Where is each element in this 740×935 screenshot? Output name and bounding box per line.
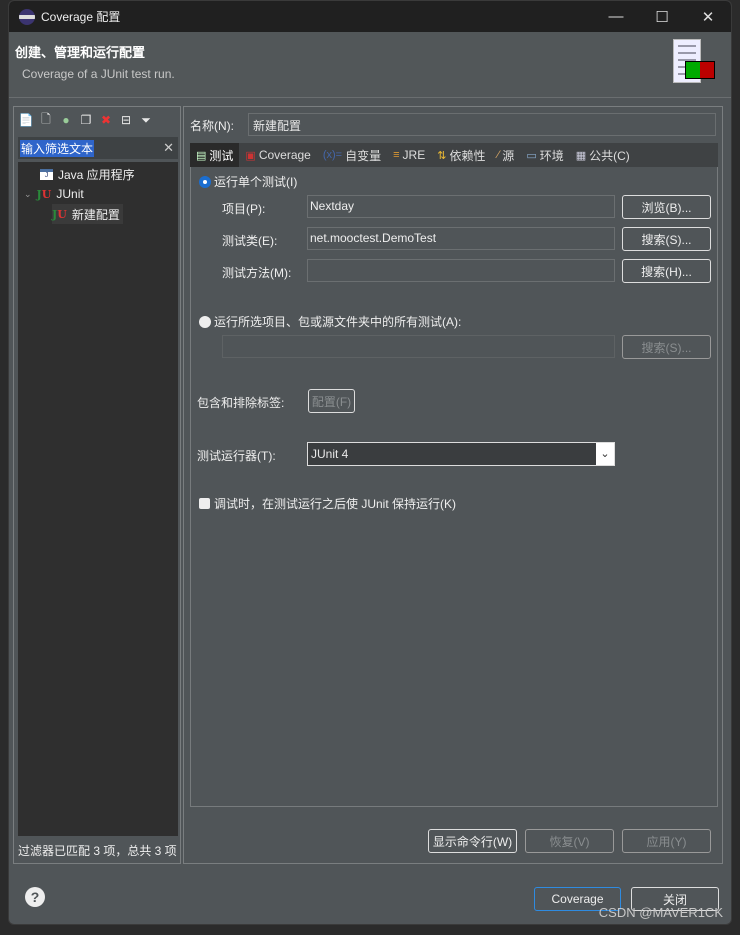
tab-label: JRE	[402, 148, 426, 162]
minimize-button[interactable]: —	[593, 1, 639, 32]
config-tree: J Java 应用程序 ⌄ JU JUnit JU 新建配置	[18, 162, 178, 836]
tab-environment[interactable]: ▭ 环境	[520, 143, 569, 167]
single-test-label: 运行单个测试(I)	[214, 175, 298, 189]
test-class-label: 测试类(E):	[222, 234, 278, 248]
runner-value: JUnit 4	[311, 447, 349, 461]
tab-arguments[interactable]: (x)= 自变量	[317, 143, 387, 167]
name-field[interactable]: 新建配置	[248, 113, 716, 136]
show-command-line-button[interactable]: 显示命令行(W)	[428, 829, 517, 853]
keep-running-checkbox[interactable]: 调试时，在测试运行之后使 JUnit 保持运行(K)	[199, 495, 456, 512]
tab-label: 依赖性	[449, 148, 486, 163]
tab-label: 环境	[539, 148, 564, 163]
filter-icon[interactable]: ⏷	[138, 112, 154, 128]
tab-common[interactable]: ▦ 公共(C)	[570, 143, 636, 167]
test-class-field[interactable]: net.mooctest.DemoTest	[307, 227, 615, 250]
tree-item-java-app[interactable]: J Java 应用程序	[40, 164, 135, 184]
filter-text[interactable]: 输入筛选文本	[20, 139, 95, 157]
project-field[interactable]: Nextday	[307, 195, 615, 218]
test-method-label: 测试方法(M):	[222, 266, 292, 280]
tab-coverage[interactable]: ▣ Coverage	[239, 143, 316, 167]
search-method-button[interactable]: 搜索(H)...	[622, 259, 711, 283]
test-tab-content: 运行单个测试(I) 项目(P): Nextday 浏览(B)... 测试类(E)…	[190, 167, 718, 807]
java-app-icon: J	[40, 168, 53, 180]
radio-unselected-icon	[199, 316, 211, 328]
apply-button[interactable]: 应用(Y)	[622, 829, 711, 853]
checkbox-icon	[199, 498, 210, 509]
test-runner-select[interactable]: JUnit 4 ⌄	[307, 442, 615, 466]
help-icon[interactable]: ?	[25, 887, 45, 907]
environment-icon: ▭	[526, 149, 537, 162]
source-icon: ⁄	[497, 149, 500, 161]
tab-label: 公共(C)	[589, 148, 630, 163]
chevron-down-icon[interactable]: ⌄	[596, 443, 614, 465]
project-label: 项目(P):	[222, 202, 266, 216]
all-tests-label: 运行所选项目、包或源文件夹中的所有测试(A):	[214, 315, 462, 329]
tags-label: 包含和排除标签:	[197, 396, 285, 410]
tree-item-label: JUnit	[56, 187, 84, 201]
name-label: 名称(N):	[190, 119, 234, 133]
browse-project-button[interactable]: 浏览(B)...	[622, 195, 711, 219]
common-icon: ▦	[575, 149, 587, 162]
tree-item-junit[interactable]: ⌄ JU JUnit	[24, 184, 84, 204]
clear-filter-icon[interactable]: ✕	[163, 140, 174, 156]
runner-label: 测试运行器(T):	[197, 449, 276, 463]
tree-item-label: 新建配置	[71, 207, 120, 222]
dependencies-icon: ⇅	[437, 149, 447, 162]
chevron-down-icon[interactable]: ⌄	[24, 189, 32, 200]
maximize-button[interactable]: ☐	[639, 1, 685, 32]
header-subtitle: Coverage of a JUnit test run.	[22, 67, 175, 81]
single-test-radio[interactable]: 运行单个测试(I)	[199, 173, 297, 190]
coverage-banner-icon	[671, 37, 721, 87]
container-field[interactable]	[222, 335, 615, 358]
revert-button[interactable]: 恢复(V)	[525, 829, 614, 853]
coverage-tab-icon: ▣	[245, 149, 256, 162]
duplicate-icon[interactable]: ❐	[78, 112, 94, 128]
filter-status: 过滤器已匹配 3 项，总共 3 项	[18, 844, 177, 858]
eclipse-logo-icon	[19, 8, 35, 25]
search-container-button[interactable]: 搜索(S)...	[622, 335, 711, 359]
header-title: 创建、管理和运行配置	[15, 45, 146, 60]
filter-input[interactable]: 输入筛选文本 ✕	[18, 137, 178, 159]
config-editor-panel: 名称(N): 新建配置 ▤ 测试 ▣ Coverage (x)= 自变量 ≡ JRE ⇅…	[183, 106, 723, 864]
tab-jre[interactable]: ≡ JRE	[387, 143, 431, 167]
tab-label: Coverage	[258, 148, 311, 162]
config-list-panel: 📄 🗋 ● ❐ ✖ ⊟ ⏷ 输入筛选文本 ✕ J Java 应用程序 ⌄ JU …	[13, 106, 181, 864]
keep-running-label: 调试时，在测试运行之后使 JUnit 保持运行(K)	[214, 497, 457, 511]
test-method-field[interactable]	[307, 259, 615, 282]
new-prototype-icon[interactable]: 🗋	[38, 112, 54, 128]
window-title: Coverage 配置	[41, 10, 121, 24]
title-bar: Coverage 配置 — ☐ ✕	[9, 1, 731, 32]
config-toolbar: 📄 🗋 ● ❐ ✖ ⊟ ⏷	[14, 107, 180, 133]
collapse-all-icon[interactable]: ⊟	[118, 112, 134, 128]
arguments-icon: (x)=	[322, 149, 343, 161]
tree-item-label: Java 应用程序	[58, 167, 135, 182]
export-icon[interactable]: ●	[58, 112, 74, 128]
tab-source[interactable]: ⁄ 源	[491, 143, 520, 167]
configure-tags-button[interactable]: 配置(F)	[308, 389, 355, 413]
junit-icon: JU	[52, 207, 67, 221]
close-window-button[interactable]: ✕	[685, 1, 731, 32]
new-config-icon[interactable]: 📄	[18, 112, 34, 128]
tab-label: 测试	[209, 148, 234, 163]
coverage-config-dialog: Coverage 配置 — ☐ ✕ 创建、管理和运行配置 Coverage of…	[8, 0, 732, 925]
tab-label: 自变量	[345, 148, 382, 163]
delete-icon[interactable]: ✖	[98, 112, 114, 128]
dialog-header: 创建、管理和运行配置 Coverage of a JUnit test run.	[9, 32, 731, 98]
all-tests-radio[interactable]: 运行所选项目、包或源文件夹中的所有测试(A):	[199, 313, 461, 330]
config-tabs: ▤ 测试 ▣ Coverage (x)= 自变量 ≡ JRE ⇅ 依赖性 ⁄ 源 ▭ 环境 ▦…	[190, 143, 718, 167]
jre-icon: ≡	[393, 149, 400, 161]
tab-test[interactable]: ▤ 测试	[190, 143, 240, 167]
tree-item-new-config[interactable]: JU 新建配置	[52, 204, 123, 224]
tab-label: 源	[502, 148, 515, 163]
junit-icon: JU	[36, 187, 52, 201]
watermark: CSDN @MAVER1CK	[598, 905, 723, 920]
search-class-button[interactable]: 搜索(S)...	[622, 227, 711, 251]
radio-selected-icon	[199, 176, 211, 188]
tab-dependencies[interactable]: ⇅ 依赖性	[431, 143, 491, 167]
test-tab-icon: ▤	[196, 149, 207, 162]
